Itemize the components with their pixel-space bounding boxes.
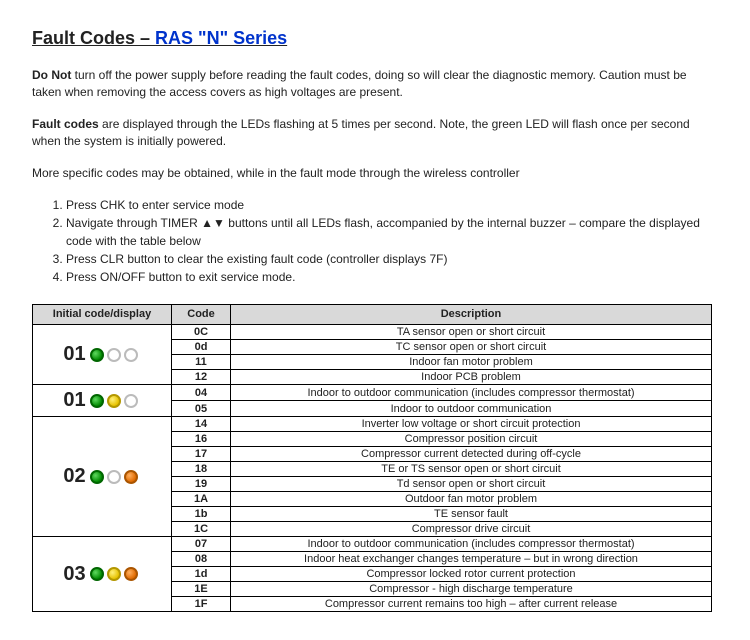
led-green-icon xyxy=(90,470,104,484)
description-cell: TE or TS sensor open or short circuit xyxy=(231,462,712,477)
led-green-icon xyxy=(90,394,104,408)
description-cell: Compressor - high discharge temperature xyxy=(231,582,712,597)
title-series-link[interactable]: RAS "N" Series xyxy=(155,28,287,48)
step-item: Press CLR button to clear the existing f… xyxy=(66,250,718,268)
display-number: 03 xyxy=(63,563,85,586)
led-green-icon xyxy=(90,567,104,581)
initial-display-cell: 03 xyxy=(33,537,172,612)
led-off-icon xyxy=(124,394,138,408)
led-off-icon xyxy=(124,348,138,362)
description-cell: Compressor locked rotor current protecti… xyxy=(231,567,712,582)
table-row: 0214Inverter low voltage or short circui… xyxy=(33,417,712,432)
led-green-icon xyxy=(90,348,104,362)
code-cell: 1A xyxy=(172,492,231,507)
code-cell: 1b xyxy=(172,507,231,522)
description-cell: Inverter low voltage or short circuit pr… xyxy=(231,417,712,432)
description-cell: Indoor PCB problem xyxy=(231,370,712,385)
code-cell: 1C xyxy=(172,522,231,537)
description-cell: TE sensor fault xyxy=(231,507,712,522)
steps-intro: More specific codes may be obtained, whi… xyxy=(32,165,718,182)
initial-display-cell: 01 xyxy=(33,385,172,417)
code-cell: 1d xyxy=(172,567,231,582)
code-cell: 11 xyxy=(172,355,231,370)
display-number: 01 xyxy=(63,343,85,366)
intro-paragraph: Do Not turn off the power supply before … xyxy=(32,67,718,102)
step-item: Navigate through TIMER ▲▼ buttons until … xyxy=(66,214,718,250)
col-header-code: Code xyxy=(172,304,231,324)
page-title: Fault Codes – RAS "N" Series xyxy=(32,28,718,49)
description-cell: TA sensor open or short circuit xyxy=(231,325,712,340)
code-cell: 04 xyxy=(172,385,231,401)
description-cell: Indoor fan motor problem xyxy=(231,355,712,370)
description-cell: Indoor heat exchanger changes temperatur… xyxy=(231,552,712,567)
code-cell: 16 xyxy=(172,432,231,447)
col-header-initial: Initial code/display xyxy=(33,304,172,324)
fault-code-table: Initial code/display Code Description 01… xyxy=(32,304,712,612)
code-cell: 1E xyxy=(172,582,231,597)
table-row: 010CTA sensor open or short circuit xyxy=(33,325,712,340)
code-cell: 17 xyxy=(172,447,231,462)
led-off-icon xyxy=(107,348,121,362)
title-prefix: Fault Codes – xyxy=(32,28,155,48)
code-cell: 1F xyxy=(172,597,231,612)
code-cell: 0d xyxy=(172,340,231,355)
lead-text: Do Not xyxy=(32,68,71,82)
description-cell: Compressor current detected during off-c… xyxy=(231,447,712,462)
service-mode-steps: Press CHK to enter service modeNavigate … xyxy=(32,196,718,286)
code-cell: 12 xyxy=(172,370,231,385)
code-cell: 18 xyxy=(172,462,231,477)
description-cell: Outdoor fan motor problem xyxy=(231,492,712,507)
initial-display-cell: 01 xyxy=(33,325,172,385)
intro-paragraph: Fault codes are displayed through the LE… xyxy=(32,116,718,151)
led-group xyxy=(90,348,141,362)
led-group xyxy=(90,394,141,408)
code-cell: 0C xyxy=(172,325,231,340)
table-row: 0104Indoor to outdoor communication (inc… xyxy=(33,385,712,401)
description-cell: Indoor to outdoor communication (include… xyxy=(231,385,712,401)
description-cell: Td sensor open or short circuit xyxy=(231,477,712,492)
led-orange-icon xyxy=(124,567,138,581)
code-cell: 14 xyxy=(172,417,231,432)
description-cell: Compressor position circuit xyxy=(231,432,712,447)
display-number: 02 xyxy=(63,465,85,488)
intro-paragraphs: Do Not turn off the power supply before … xyxy=(32,67,718,151)
lead-text: Fault codes xyxy=(32,117,99,131)
description-cell: Indoor to outdoor communication xyxy=(231,401,712,417)
initial-display-cell: 02 xyxy=(33,417,172,537)
code-cell: 05 xyxy=(172,401,231,417)
description-cell: Compressor current remains too high – af… xyxy=(231,597,712,612)
code-cell: 08 xyxy=(172,552,231,567)
step-item: Press CHK to enter service mode xyxy=(66,196,718,214)
description-cell: TC sensor open or short circuit xyxy=(231,340,712,355)
col-header-description: Description xyxy=(231,304,712,324)
led-group xyxy=(90,470,141,484)
led-yellow-icon xyxy=(107,394,121,408)
code-cell: 07 xyxy=(172,537,231,552)
led-off-icon xyxy=(107,470,121,484)
led-yellow-icon xyxy=(107,567,121,581)
table-row: 0307Indoor to outdoor communication (inc… xyxy=(33,537,712,552)
step-item: Press ON/OFF button to exit service mode… xyxy=(66,268,718,286)
display-number: 01 xyxy=(63,389,85,412)
description-cell: Indoor to outdoor communication (include… xyxy=(231,537,712,552)
description-cell: Compressor drive circuit xyxy=(231,522,712,537)
led-group xyxy=(90,567,141,581)
code-cell: 19 xyxy=(172,477,231,492)
led-orange-icon xyxy=(124,470,138,484)
